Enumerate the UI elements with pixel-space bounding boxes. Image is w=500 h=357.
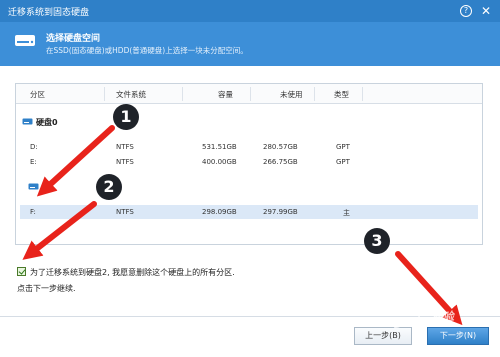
column-divider bbox=[250, 87, 251, 101]
filesystem-cell: NTFS bbox=[116, 208, 134, 216]
window-titlebar: 迁移系统到固态硬盘 ? ✕ bbox=[0, 0, 500, 22]
type-cell: GPT bbox=[336, 143, 350, 151]
help-icon[interactable]: ? bbox=[460, 5, 472, 17]
step-subtitle: 在SSD(固态硬盘)或HDD(普通硬盘)上选择一块未分配空间。 bbox=[46, 46, 248, 55]
hard-disk-icon bbox=[28, 183, 39, 190]
step-marker-3: 3 bbox=[364, 228, 390, 254]
unused-cell: 266.75GB bbox=[263, 158, 298, 166]
capacity-cell: 400.00GB bbox=[202, 158, 237, 166]
column-divider bbox=[182, 87, 183, 101]
filesystem-cell: NTFS bbox=[116, 143, 134, 151]
delete-partitions-checkbox[interactable] bbox=[17, 267, 26, 276]
next-button[interactable]: 下一步(N) bbox=[427, 327, 489, 345]
capacity-cell: 531.51GB bbox=[202, 143, 237, 151]
column-divider bbox=[362, 87, 363, 101]
column-header-filesystem[interactable]: 文件系统 bbox=[116, 89, 146, 100]
window-title: 迁移系统到固态硬盘 bbox=[8, 8, 90, 18]
table-header: 分区 文件系统 容量 未使用 类型 bbox=[16, 84, 482, 104]
partition-cell: D: bbox=[30, 143, 38, 151]
partition-cell: E: bbox=[30, 158, 37, 166]
step-marker-2: 2 bbox=[96, 174, 122, 200]
type-cell: 主 bbox=[343, 209, 350, 217]
unused-cell: 280.57GB bbox=[263, 143, 298, 151]
step-marker-1: 1 bbox=[113, 104, 139, 130]
disk-partition-table: 分区 文件系统 容量 未使用 类型 硬盘0 D: NTFS 531.51GB 2… bbox=[15, 83, 483, 245]
wizard-header: 选择硬盘空间 在SSD(固态硬盘)或HDD(普通硬盘)上选择一块未分配空间。 bbox=[0, 22, 500, 66]
selected-table-row[interactable] bbox=[20, 205, 478, 219]
column-divider bbox=[314, 87, 315, 101]
column-header-unused[interactable]: 未使用 bbox=[280, 89, 303, 100]
type-cell: GPT bbox=[336, 158, 350, 166]
column-header-partition[interactable]: 分区 bbox=[30, 89, 45, 100]
capacity-cell: 298.09GB bbox=[202, 208, 237, 216]
disk-label: 硬盘0 bbox=[36, 118, 58, 127]
close-icon[interactable]: ✕ bbox=[478, 3, 494, 19]
continue-hint: 点击下一步继续. bbox=[17, 284, 76, 293]
partition-cell: F: bbox=[30, 208, 36, 216]
column-header-type[interactable]: 类型 bbox=[334, 89, 349, 100]
column-divider bbox=[104, 87, 105, 101]
delete-partitions-label: 为了迁移系统到硬盘2, 我愿意删除这个硬盘上的所有分区. bbox=[30, 268, 235, 277]
column-header-capacity[interactable]: 容量 bbox=[218, 89, 233, 100]
disk-drive-icon bbox=[15, 35, 35, 46]
hard-disk-icon bbox=[22, 118, 33, 125]
unused-cell: 297.99GB bbox=[263, 208, 298, 216]
filesystem-cell: NTFS bbox=[116, 158, 134, 166]
step-title: 选择硬盘空间 bbox=[46, 34, 101, 44]
